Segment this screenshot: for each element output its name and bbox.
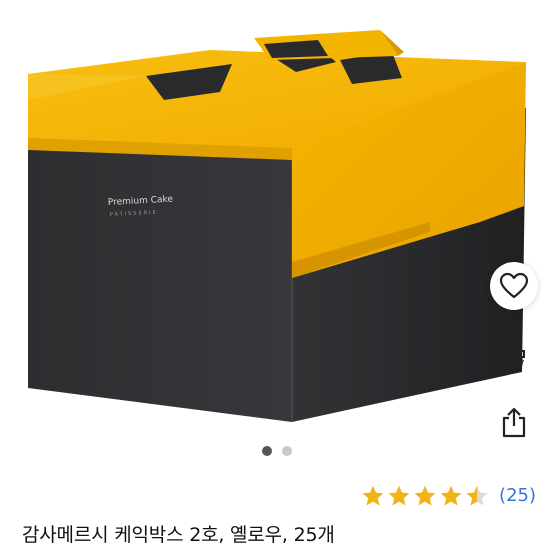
- cake-box-illustration: Premium Cake PATISSERIE: [28, 30, 526, 422]
- product-detail-page: Premium Cake PATISSERIE (25) 감사메르시 케익박스 …: [0, 0, 554, 554]
- product-image[interactable]: Premium Cake PATISSERIE: [0, 0, 554, 440]
- gift-button[interactable]: [490, 332, 538, 380]
- star-full-icon: [413, 484, 437, 508]
- gift-icon: [501, 344, 525, 370]
- wishlist-button[interactable]: [490, 262, 538, 310]
- product-title: 감사메르시 케익박스 2호, 옐로우, 25개: [22, 524, 335, 546]
- review-count-link[interactable]: (25): [499, 482, 536, 510]
- heart-icon: [499, 272, 529, 299]
- pager-dot[interactable]: [282, 446, 292, 456]
- share-icon: [502, 407, 526, 438]
- star-full-icon: [387, 484, 411, 508]
- star-full-icon: [361, 484, 385, 508]
- product-rating[interactable]: (25): [361, 482, 536, 510]
- pager-dot-active[interactable]: [262, 446, 272, 456]
- share-button[interactable]: [490, 398, 538, 446]
- star-full-icon: [439, 484, 463, 508]
- image-pager: [0, 446, 554, 456]
- star-half-icon: [465, 484, 489, 508]
